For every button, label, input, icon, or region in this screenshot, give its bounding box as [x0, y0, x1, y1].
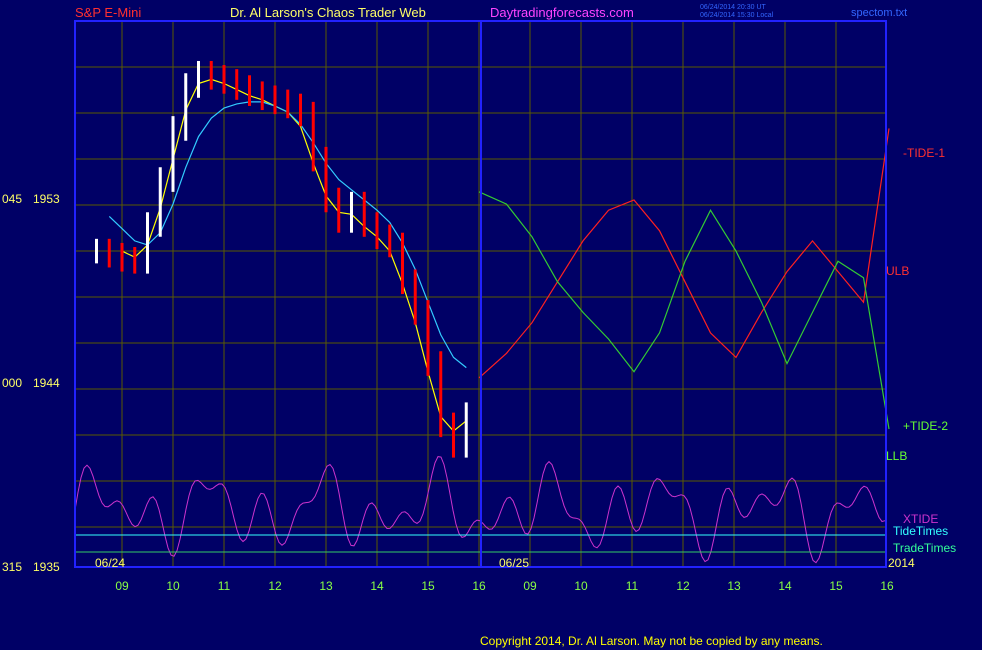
site-url[interactable]: Daytradingforecasts.com: [490, 5, 634, 20]
y-tick-price-1935: 1935: [33, 560, 60, 574]
date-label-day2: 06/25: [499, 556, 529, 570]
label-ulb: ULB: [886, 264, 909, 278]
y-tick-price-1953: 1953: [33, 192, 60, 206]
file-name: spectom.txt: [851, 7, 907, 19]
instrument-title: S&P E-Mini: [75, 5, 141, 20]
copyright: Copyright 2014, Dr. Al Larson. May not b…: [480, 634, 823, 648]
timestamp-local: 06/24/2014 15:30 Local: [700, 12, 774, 19]
y-tick-left-1944: 000: [2, 376, 22, 390]
x-tick-label: 11: [218, 579, 231, 593]
label-llb: LLB: [886, 449, 907, 463]
site-name: Dr. Al Larson's Chaos Trader Web: [230, 5, 426, 20]
x-tick-label: 09: [115, 579, 129, 593]
x-tick-label: 10: [166, 579, 180, 593]
label-tide1: -TIDE-1: [903, 146, 945, 160]
y-tick-price-1944: 1944: [33, 376, 60, 390]
label-trade-times: TradeTimes: [893, 541, 956, 555]
x-tick-label: 09: [523, 579, 537, 593]
x-tick-label: 14: [370, 579, 384, 593]
x-tick-label: 13: [319, 579, 333, 593]
x-tick-label: 12: [268, 579, 282, 593]
label-tide-times: TideTimes: [893, 524, 948, 538]
y-tick-left-1953: 045: [2, 192, 22, 206]
x-tick-label: 14: [778, 579, 792, 593]
y-tick-left-1935: 315: [2, 560, 22, 574]
x-tick-label: 10: [574, 579, 588, 593]
x-tick-label: 15: [829, 579, 843, 593]
x-tick-label: 12: [676, 579, 690, 593]
chaos-trader-chart: S&P E-Mini Dr. Al Larson's Chaos Trader …: [0, 0, 982, 650]
x-tick-label: 16: [472, 579, 486, 593]
label-tide2: +TIDE-2: [903, 419, 948, 433]
x-tick-label: 15: [421, 579, 435, 593]
x-tick-label: 13: [727, 579, 741, 593]
x-tick-label: 16: [880, 579, 894, 593]
date-label-year: 2014: [888, 556, 915, 570]
timestamp-ut: 06/24/2014 20:30 UT: [700, 4, 766, 11]
date-label-day1: 06/24: [95, 556, 125, 570]
x-tick-label: 11: [626, 579, 639, 593]
